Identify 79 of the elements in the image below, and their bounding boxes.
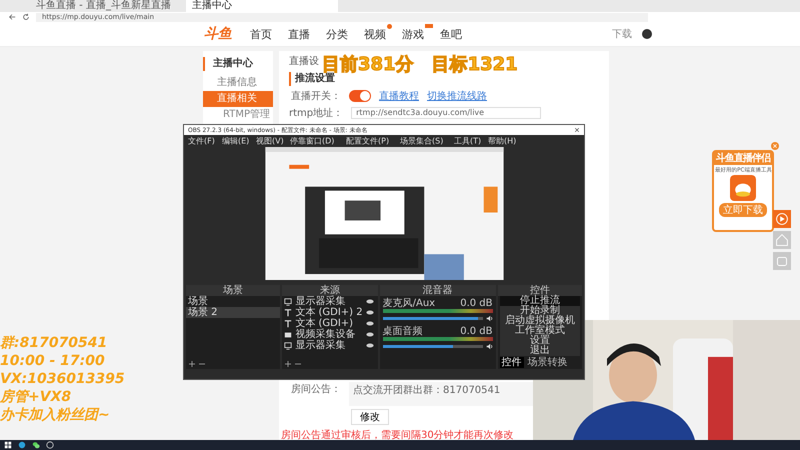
overlay-text: VX:1036013395 — [0, 370, 125, 388]
channel-name: 麦克风/Aux — [382, 298, 436, 309]
menu-item[interactable]: 文件(F) — [188, 135, 215, 147]
volume-slider[interactable] — [382, 317, 483, 320]
live-toggle[interactable] — [349, 90, 371, 102]
control-button[interactable]: 开始录制 — [500, 306, 580, 316]
camera-icon — [284, 330, 292, 338]
dock-title: 混音器 — [380, 285, 496, 296]
windows-icon[interactable] — [4, 441, 12, 449]
field-label: rtmp地址： — [289, 106, 344, 120]
add-icon[interactable] — [285, 361, 292, 367]
speaker-icon[interactable] — [486, 315, 493, 322]
nav-link[interactable]: 鱼吧 — [440, 26, 462, 42]
volume-slider[interactable] — [382, 345, 483, 348]
remove-icon[interactable] — [295, 361, 302, 367]
dock-tab[interactable]: 控件 — [500, 357, 524, 368]
control-button[interactable]: 设置 — [500, 336, 580, 346]
close-icon[interactable] — [574, 127, 580, 133]
menu-item[interactable]: 视图(V) — [256, 135, 284, 147]
edit-button[interactable]: 修改 — [351, 409, 389, 425]
field-label: 直播开关： — [290, 90, 341, 103]
back-icon[interactable] — [8, 13, 16, 21]
nav-link[interactable]: 直播 — [288, 26, 310, 42]
nav-link[interactable]: 视频 — [364, 26, 386, 42]
sidebar-item[interactable]: 主播信息 — [203, 75, 273, 91]
app-icon — [730, 175, 756, 201]
browser-icon[interactable] — [18, 441, 26, 449]
nav-link[interactable]: 游戏 — [402, 26, 424, 42]
control-button[interactable]: 工作室模式 — [500, 326, 580, 336]
app-icon[interactable] — [46, 441, 54, 449]
menu-item[interactable]: 帮助(H) — [488, 135, 516, 147]
control-button[interactable]: 启动虚拟摄像机 — [500, 316, 580, 326]
menu-item[interactable]: 停靠窗口(D) — [290, 135, 335, 147]
speaker-icon[interactable] — [486, 343, 493, 350]
monitor-icon — [284, 298, 292, 306]
nav-link[interactable]: 首页 — [250, 26, 272, 42]
control-button[interactable]: 退出 — [500, 346, 580, 356]
remove-icon[interactable] — [199, 361, 205, 367]
menu-item[interactable]: 编辑(E) — [222, 135, 249, 147]
db-reading: 0.0 dB — [460, 298, 493, 309]
add-icon[interactable] — [189, 361, 195, 367]
source-item[interactable]: 显示器采集 — [295, 340, 363, 351]
menu-item[interactable]: 场景集合(S) — [400, 135, 444, 147]
dock-title: 控件 — [498, 285, 582, 296]
rtmp-field[interactable]: rtmp://sendtc3a.douyu.com/live — [351, 107, 542, 119]
source-item[interactable]: 文本 (GDI+) 2 — [295, 307, 363, 318]
db-reading: 0.0 dB — [460, 326, 493, 337]
dock-title: 场景 — [186, 285, 280, 296]
chat-icon[interactable] — [32, 441, 40, 449]
ad-title: 斗鱼直播伴侣 — [714, 151, 772, 165]
overlay-text: 群:817070541 — [0, 334, 108, 352]
refresh-icon[interactable] — [22, 13, 30, 21]
sidebar-title: 主播中心 — [203, 57, 273, 71]
sidebar-subitem[interactable]: RTMP管理 — [203, 107, 273, 122]
menu-item[interactable]: 工具(T) — [454, 135, 481, 147]
text-icon — [284, 308, 292, 316]
link[interactable]: 切换推流线路 — [427, 89, 487, 103]
monitor-icon — [284, 342, 292, 350]
link[interactable]: 直播教程 — [379, 89, 419, 103]
download-link[interactable]: 下载 — [612, 27, 632, 41]
page-title: 直播设 — [289, 55, 319, 69]
control-button[interactable]: 停止推流 — [500, 296, 580, 306]
text-icon — [284, 320, 292, 328]
section-heading: 推流设置 — [289, 72, 335, 86]
overlay-text: 10:00 - 17:00 — [0, 352, 106, 370]
source-item[interactable]: 显示器采集 — [295, 296, 363, 307]
scene-item[interactable]: 场景 — [186, 296, 280, 307]
play-circle-icon[interactable] — [773, 210, 791, 228]
dock-title: 来源 — [282, 285, 378, 296]
source-item[interactable]: 视频采集设备 — [295, 329, 363, 340]
channel-name: 桌面音频 — [382, 326, 423, 337]
menu-item[interactable]: 配置文件(P) — [346, 135, 389, 147]
field-label: 房间公告： — [290, 382, 341, 396]
dock-tab[interactable]: 场景转换 — [526, 357, 570, 368]
source-item[interactable]: 文本 (GDI+) — [295, 318, 363, 329]
nav-link[interactable]: 分类 — [326, 26, 348, 42]
avatar[interactable] — [642, 29, 652, 39]
warning-note: 房间公告通过审核后，需要间隔30分钟才能再次修改 — [281, 428, 515, 442]
scene-item[interactable]: 场景 2 — [186, 307, 280, 318]
